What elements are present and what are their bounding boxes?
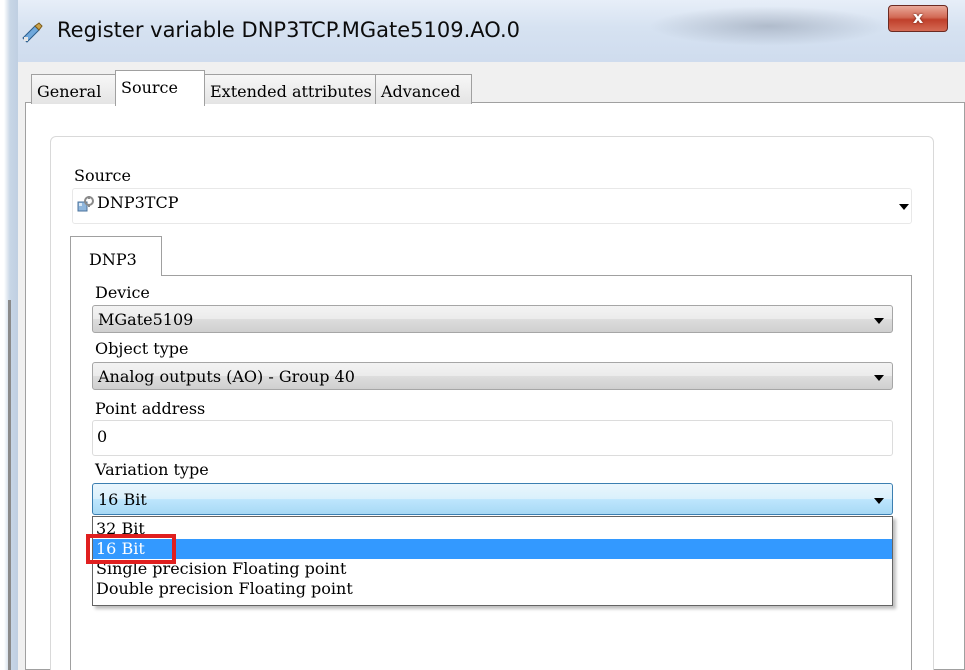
variation-option-32-bit[interactable]: 32 Bit (93, 519, 892, 539)
variation-type-dropdown[interactable]: 32 Bit 16 Bit Single precision Floating … (92, 516, 893, 606)
tab-general[interactable]: General (31, 74, 116, 104)
point-address-value: 0 (97, 427, 108, 446)
tab-advanced[interactable]: Advanced (375, 74, 472, 104)
tab-dnp3[interactable]: DNP3 (70, 236, 162, 276)
device-label: Device (95, 283, 150, 302)
window-left-shadow (8, 300, 11, 670)
device-select[interactable]: MGate5109 (92, 305, 893, 333)
close-button[interactable]: x (888, 5, 948, 32)
device-value: MGate5109 (98, 310, 194, 329)
object-type-label: Object type (95, 339, 189, 358)
chevron-down-icon[interactable] (874, 498, 884, 504)
source-value: DNP3TCP (97, 193, 179, 212)
point-address-input[interactable]: 0 (92, 420, 893, 456)
window-title: Register variable DNP3TCP.MGate5109.AO.0 (57, 18, 521, 42)
variation-option-double-float[interactable]: Double precision Floating point (93, 579, 892, 599)
variation-type-value: 16 Bit (98, 490, 147, 509)
variation-type-label: Variation type (95, 460, 209, 479)
chevron-down-icon[interactable] (899, 204, 909, 210)
tab-extended-attributes[interactable]: Extended attributes (204, 74, 376, 104)
variation-option-single-float[interactable]: Single precision Floating point (93, 559, 892, 579)
tab-source[interactable]: Source (115, 70, 205, 106)
driver-icon (77, 196, 94, 212)
source-select[interactable]: DNP3TCP (72, 188, 912, 224)
variation-option-16-bit[interactable]: 16 Bit (93, 539, 892, 559)
tab-general-label: General (37, 82, 102, 101)
variation-type-select[interactable]: 16 Bit (92, 483, 893, 515)
annotation-highlight-box (86, 534, 176, 564)
app-icon (22, 22, 43, 43)
chevron-down-icon[interactable] (874, 318, 884, 324)
point-address-label: Point address (95, 399, 206, 418)
title-bar-glass (648, 6, 888, 46)
chevron-down-icon[interactable] (874, 375, 884, 381)
tab-source-label: Source (121, 78, 178, 97)
source-label: Source (74, 166, 131, 185)
tab-advanced-label: Advanced (381, 82, 461, 101)
object-type-value: Analog outputs (AO) - Group 40 (98, 367, 355, 386)
object-type-select[interactable]: Analog outputs (AO) - Group 40 (92, 362, 893, 390)
tab-dnp3-label: DNP3 (89, 250, 137, 269)
tab-extended-attributes-label: Extended attributes (210, 82, 372, 101)
